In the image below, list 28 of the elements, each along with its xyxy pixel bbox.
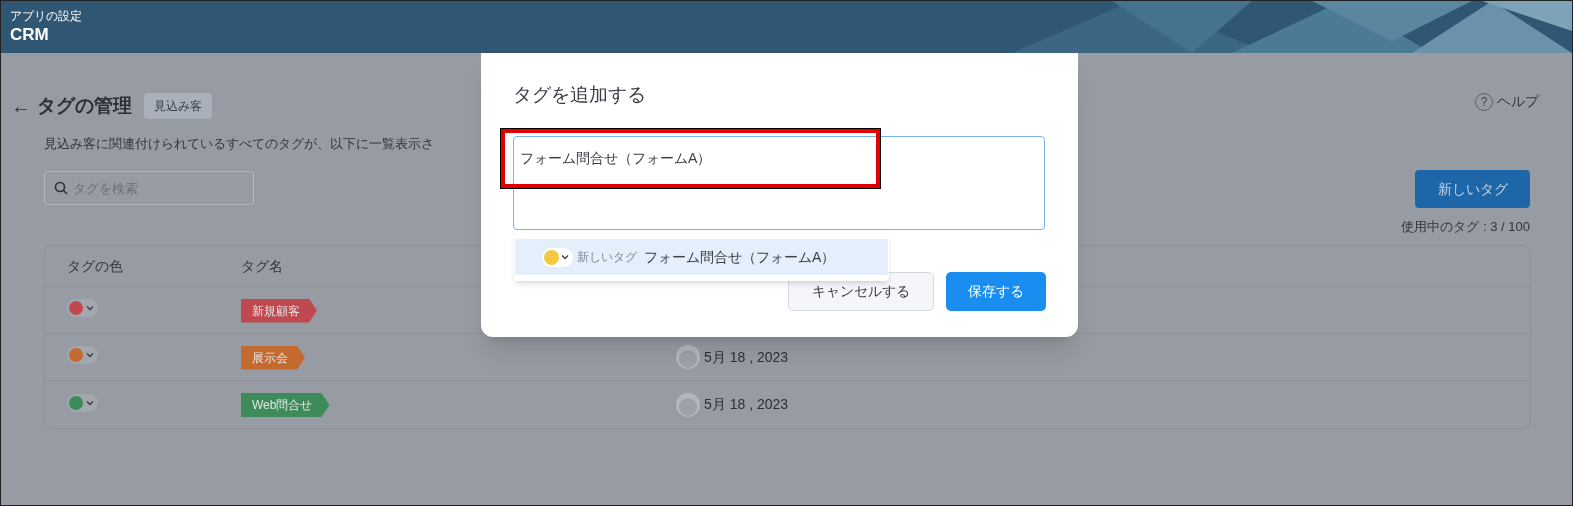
search-icon	[54, 181, 68, 195]
new-tag-button[interactable]: 新しいタグ	[1415, 170, 1530, 208]
date-text: 5月 18 , 2023	[704, 395, 789, 414]
tag-label: 展示会	[241, 345, 305, 370]
header-subtitle: アプリの設定	[10, 9, 83, 24]
tag-usage-count: 使用中のタグ : 3 / 100	[1401, 218, 1530, 236]
column-header: タグ名	[241, 257, 283, 274]
tag-label: Web問合せ	[241, 393, 330, 417]
column-header: タグの色	[67, 257, 123, 274]
suggestion-item[interactable]: 新しいタグ フォーム問合せ（フォームA）	[515, 239, 888, 275]
color-picker[interactable]	[67, 393, 98, 412]
date-text: 5月 18 , 2023	[704, 347, 789, 367]
page-title: タグの管理	[37, 93, 132, 118]
app-title: CRM	[10, 24, 50, 45]
new-tag-label: 新しいタグ	[577, 249, 637, 266]
suggestion-text: フォーム問合せ（フォームA）	[644, 247, 836, 267]
color-picker[interactable]	[67, 299, 98, 317]
category-badge: 見込み客	[144, 93, 212, 119]
tag-input-field[interactable]: フォーム問合せ（フォームA）	[513, 135, 1045, 230]
avatar-icon	[675, 391, 701, 418]
save-button[interactable]: 保存する	[946, 272, 1046, 311]
avatar-icon	[675, 344, 701, 370]
color-picker[interactable]	[67, 346, 98, 364]
back-arrow[interactable]: ←	[11, 91, 31, 121]
color-picker[interactable]	[542, 247, 573, 267]
dialog-title: タグを追加する	[513, 83, 647, 107]
tag-label: 新規顧客	[241, 298, 317, 323]
help-link[interactable]: ヘルプ	[1497, 91, 1539, 112]
